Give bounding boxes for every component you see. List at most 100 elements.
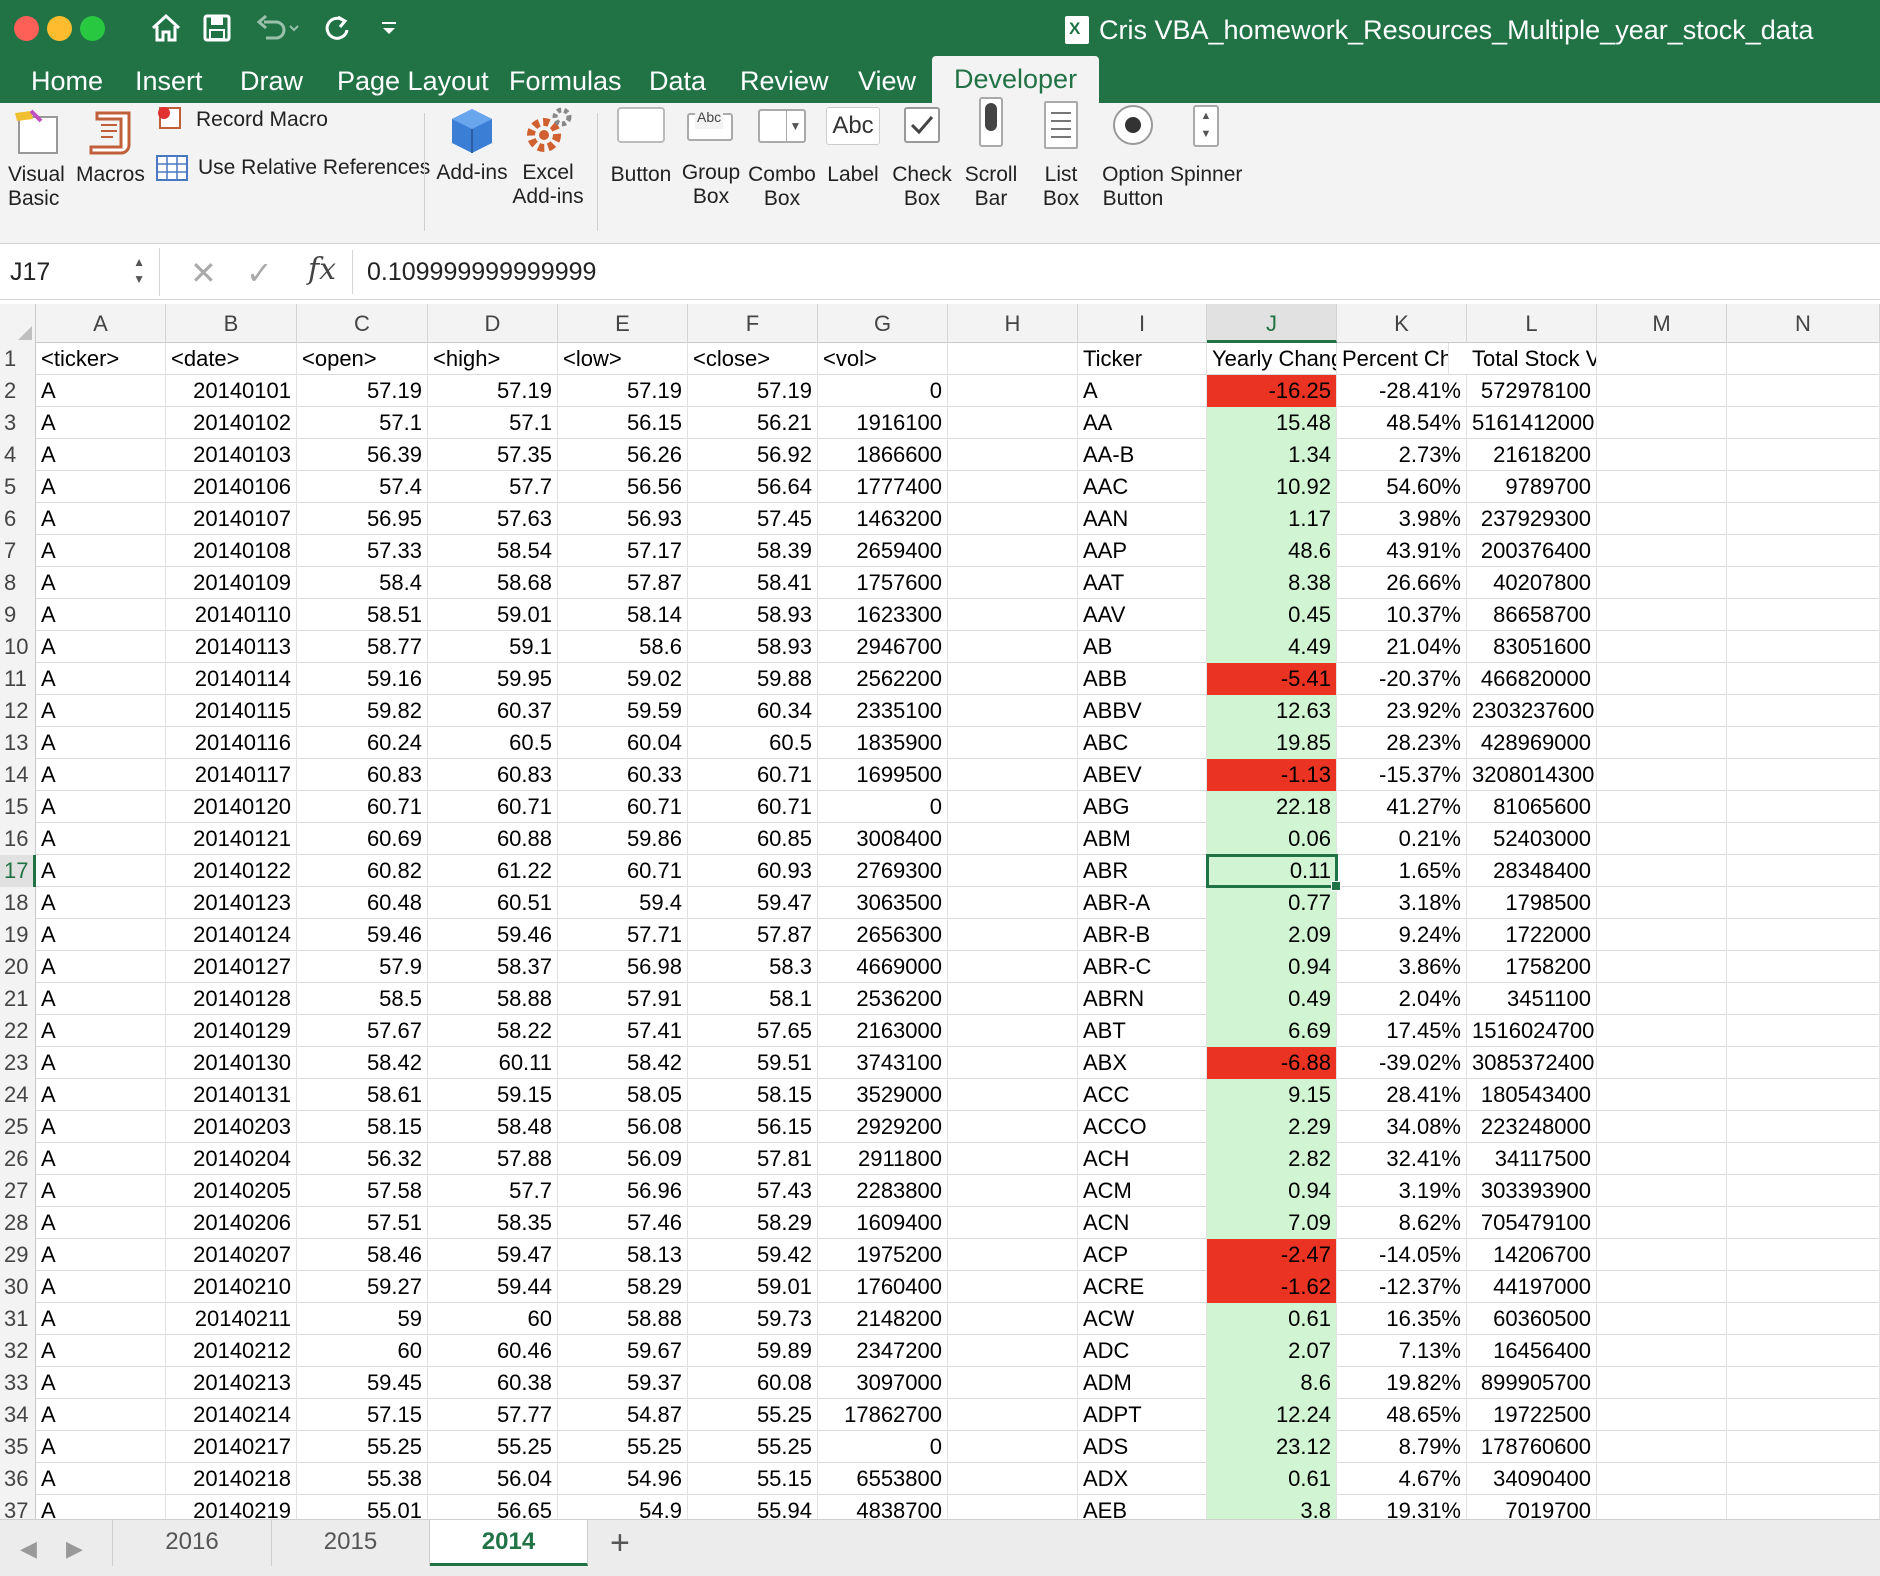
cell-m17[interactable]	[1597, 855, 1727, 887]
cell-a2[interactable]: A	[36, 375, 166, 407]
row-header[interactable]: 31	[0, 1303, 36, 1335]
button-control[interactable]: Button	[608, 103, 674, 187]
select-all-corner[interactable]	[0, 304, 36, 343]
cell-f12[interactable]: 60.34	[688, 695, 818, 727]
cell-m13[interactable]	[1597, 727, 1727, 759]
cell-l19[interactable]: 1722000	[1467, 919, 1597, 951]
row-header[interactable]: 22	[0, 1015, 36, 1047]
cell-i3[interactable]: AA	[1078, 407, 1207, 439]
cell-n9[interactable]	[1727, 599, 1880, 631]
cell-l31[interactable]: 60360500	[1467, 1303, 1597, 1335]
cell-j32[interactable]: 2.07	[1207, 1335, 1337, 1367]
cell-e33[interactable]: 59.37	[558, 1367, 688, 1399]
cell-m8[interactable]	[1597, 567, 1727, 599]
cell-a8[interactable]: A	[36, 567, 166, 599]
cell-i25[interactable]: ACCO	[1078, 1111, 1207, 1143]
name-box-spinner[interactable]: ▲ ▼	[133, 254, 145, 288]
cell-n17[interactable]	[1727, 855, 1880, 887]
cell-c11[interactable]: 59.16	[297, 663, 428, 695]
cell-m19[interactable]	[1597, 919, 1727, 951]
row-header[interactable]: 23	[0, 1047, 36, 1079]
cell-h27[interactable]	[948, 1175, 1078, 1207]
cell-m29[interactable]	[1597, 1239, 1727, 1271]
cell-h13[interactable]	[948, 727, 1078, 759]
cell-f5[interactable]: 56.64	[688, 471, 818, 503]
cell-c36[interactable]: 55.38	[297, 1463, 428, 1495]
cell-h6[interactable]	[948, 503, 1078, 535]
cell-j7[interactable]: 48.6	[1207, 535, 1337, 567]
cell-k19[interactable]: 9.24%	[1337, 919, 1467, 951]
cell-a5[interactable]: A	[36, 471, 166, 503]
cell-c4[interactable]: 56.39	[297, 439, 428, 471]
cell-a36[interactable]: A	[36, 1463, 166, 1495]
group-box-control[interactable]: Abc Group Box	[680, 103, 742, 209]
cell-g36[interactable]: 6553800	[818, 1463, 948, 1495]
cell-j21[interactable]: 0.49	[1207, 983, 1337, 1015]
cell-l34[interactable]: 19722500	[1467, 1399, 1597, 1431]
tab-home[interactable]: Home	[31, 60, 103, 103]
cell-d11[interactable]: 59.95	[428, 663, 558, 695]
cell-i20[interactable]: ABR-C	[1078, 951, 1207, 983]
row-header[interactable]: 1	[0, 343, 36, 375]
cell-g28[interactable]: 1609400	[818, 1207, 948, 1239]
cell-e27[interactable]: 56.96	[558, 1175, 688, 1207]
sheet-tab-2015[interactable]: 2015	[272, 1520, 430, 1566]
cell-l4[interactable]: 21618200	[1467, 439, 1597, 471]
cell-c34[interactable]: 57.15	[297, 1399, 428, 1431]
cell-c23[interactable]: 58.42	[297, 1047, 428, 1079]
cell-a37[interactable]: A	[36, 1495, 166, 1519]
close-window-button[interactable]	[14, 16, 39, 41]
cell-d9[interactable]: 59.01	[428, 599, 558, 631]
cell-k13[interactable]: 28.23%	[1337, 727, 1467, 759]
cell-j1[interactable]: Yearly Change	[1207, 343, 1337, 375]
column-header-n[interactable]: N	[1727, 304, 1880, 343]
row-header[interactable]: 30	[0, 1271, 36, 1303]
row-header[interactable]: 3	[0, 407, 36, 439]
cell-e29[interactable]: 58.13	[558, 1239, 688, 1271]
cell-b29[interactable]: 20140207	[166, 1239, 297, 1271]
row-header[interactable]: 18	[0, 887, 36, 919]
cell-a27[interactable]: A	[36, 1175, 166, 1207]
cell-h14[interactable]	[948, 759, 1078, 791]
cell-a10[interactable]: A	[36, 631, 166, 663]
visual-basic-button[interactable]: Visual Basic	[8, 103, 66, 211]
cell-e31[interactable]: 58.88	[558, 1303, 688, 1335]
customize-icon[interactable]	[378, 8, 400, 48]
cell-l20[interactable]: 1758200	[1467, 951, 1597, 983]
cell-m27[interactable]	[1597, 1175, 1727, 1207]
cell-g21[interactable]: 2536200	[818, 983, 948, 1015]
cell-d37[interactable]: 56.65	[428, 1495, 558, 1519]
cell-h10[interactable]	[948, 631, 1078, 663]
cell-n35[interactable]	[1727, 1431, 1880, 1463]
cell-b12[interactable]: 20140115	[166, 695, 297, 727]
cell-j18[interactable]: 0.77	[1207, 887, 1337, 919]
cell-g25[interactable]: 2929200	[818, 1111, 948, 1143]
cell-j36[interactable]: 0.61	[1207, 1463, 1337, 1495]
cell-k28[interactable]: 8.62%	[1337, 1207, 1467, 1239]
cell-b33[interactable]: 20140213	[166, 1367, 297, 1399]
redo-icon[interactable]	[320, 8, 354, 48]
cell-f28[interactable]: 58.29	[688, 1207, 818, 1239]
cell-d19[interactable]: 59.46	[428, 919, 558, 951]
cell-c7[interactable]: 57.33	[297, 535, 428, 567]
cell-h31[interactable]	[948, 1303, 1078, 1335]
cell-j31[interactable]: 0.61	[1207, 1303, 1337, 1335]
cell-n1[interactable]	[1727, 343, 1880, 375]
cell-b26[interactable]: 20140204	[166, 1143, 297, 1175]
enter-icon[interactable]: ✓	[246, 254, 273, 292]
excel-add-ins-button[interactable]: Excel Add-ins	[512, 103, 584, 209]
cell-n3[interactable]	[1727, 407, 1880, 439]
cell-h28[interactable]	[948, 1207, 1078, 1239]
cell-c15[interactable]: 60.71	[297, 791, 428, 823]
cell-m25[interactable]	[1597, 1111, 1727, 1143]
cell-g6[interactable]: 1463200	[818, 503, 948, 535]
cell-b1[interactable]: <date>	[166, 343, 297, 375]
cell-d14[interactable]: 60.83	[428, 759, 558, 791]
cell-g30[interactable]: 1760400	[818, 1271, 948, 1303]
cell-i26[interactable]: ACH	[1078, 1143, 1207, 1175]
cell-a17[interactable]: A	[36, 855, 166, 887]
row-header[interactable]: 2	[0, 375, 36, 407]
cell-e21[interactable]: 57.91	[558, 983, 688, 1015]
cell-l15[interactable]: 81065600	[1467, 791, 1597, 823]
cell-j30[interactable]: -1.62	[1207, 1271, 1337, 1303]
